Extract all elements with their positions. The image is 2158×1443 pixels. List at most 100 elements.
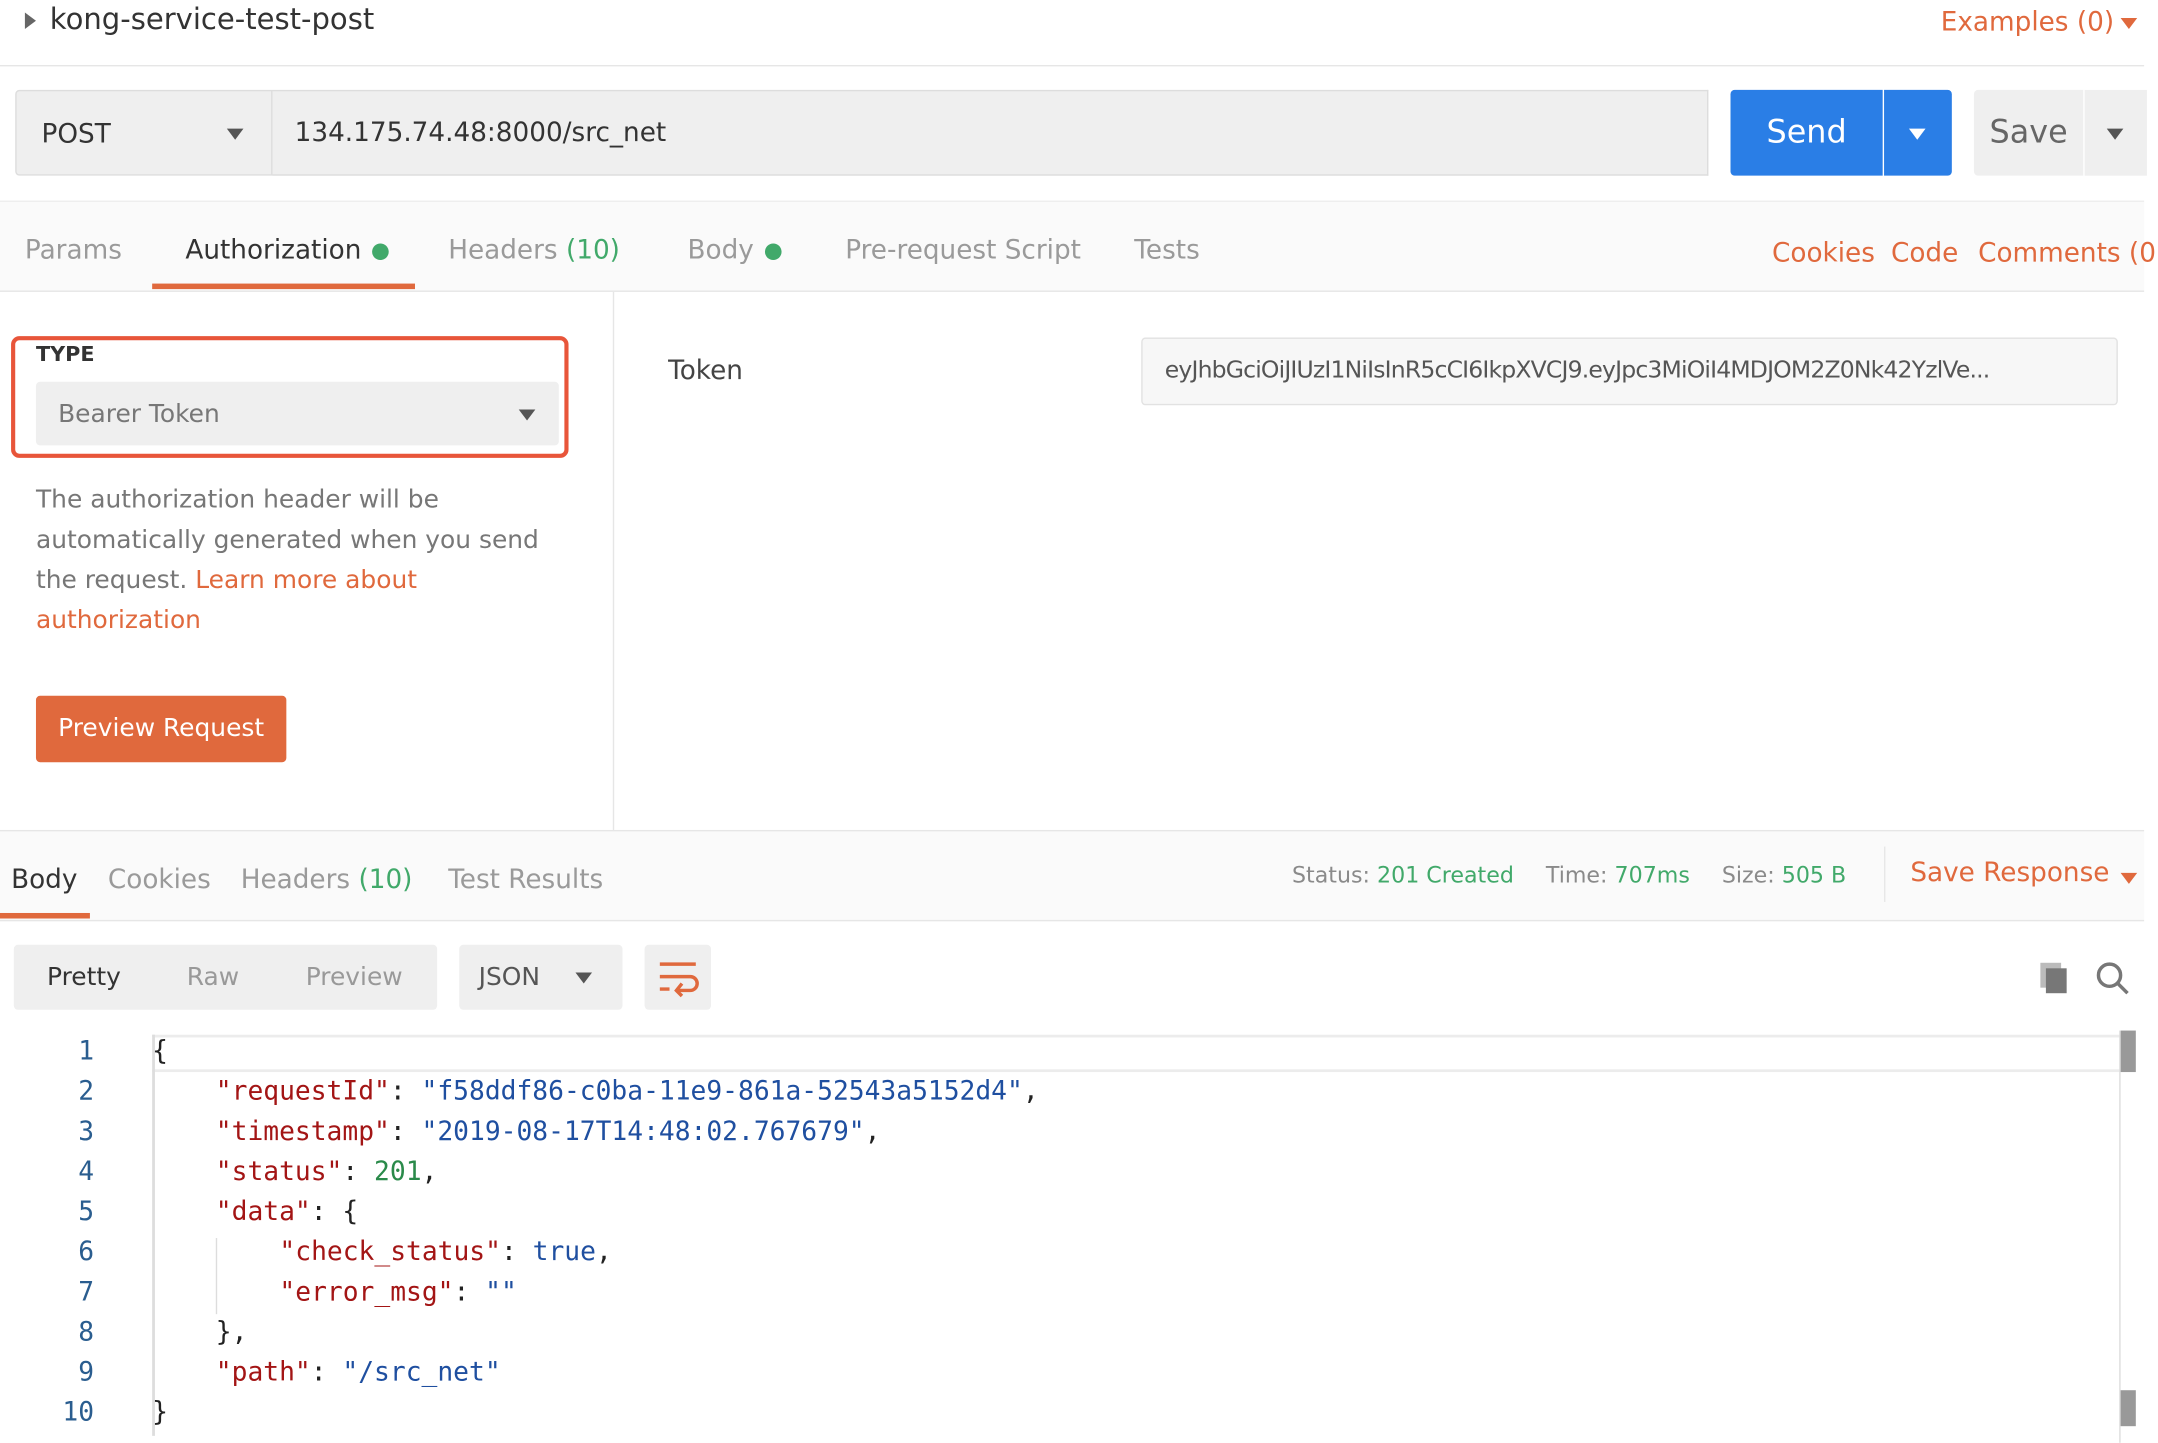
code-token: : — [389, 1116, 422, 1147]
tab-label: Body — [11, 864, 78, 895]
tab-body[interactable]: Body — [688, 235, 782, 266]
code-token: "/src_net" — [342, 1357, 501, 1388]
token-input[interactable]: eyJhbGciOiJIUzI1NiIsInR5cCI6IkpXVCJ9.eyJ… — [1141, 337, 2118, 406]
time-value: 707ms — [1614, 861, 1690, 889]
send-button[interactable]: Send — [1730, 89, 1883, 176]
line-number: 10 — [62, 1397, 95, 1428]
code-line: "requestId": "f58ddf86-c0ba-11e9-861a-52… — [216, 1076, 1039, 1106]
url-input[interactable]: 134.175.74.48:8000/src_net — [272, 89, 1709, 176]
copy-icon[interactable] — [2036, 960, 2072, 996]
code-token: : { — [310, 1196, 359, 1227]
format-select[interactable]: JSON — [459, 944, 623, 1010]
tab-headers[interactable]: Headers (10) — [448, 235, 620, 265]
send-options-button[interactable] — [1884, 89, 1952, 176]
fold-guide — [152, 1034, 155, 1436]
code-token: "f58ddf86-c0ba-11e9-861a-52543a5152d4" — [421, 1076, 1023, 1107]
active-tab-indicator — [152, 283, 415, 290]
code-token: "check_status" — [279, 1236, 501, 1268]
tab-tests[interactable]: Tests — [1134, 235, 1199, 265]
line-number: 6 — [78, 1236, 95, 1268]
line-number: 4 — [78, 1156, 95, 1187]
time-label: Time: — [1545, 861, 1608, 889]
code-token: "requestId" — [215, 1076, 390, 1107]
code-token: "timestamp" — [215, 1116, 390, 1147]
tab-label: Headers — [240, 864, 351, 895]
method-select[interactable]: POST — [15, 89, 273, 176]
auth-type-select[interactable]: Bearer Token — [35, 381, 559, 446]
code-link[interactable]: Code — [1891, 238, 1958, 268]
format-value: JSON — [478, 962, 541, 992]
save-options-button[interactable] — [2084, 89, 2147, 176]
tab-pre-request-script[interactable]: Pre-request Script — [845, 235, 1081, 265]
examples-dropdown[interactable]: Examples (0) — [1941, 7, 2114, 37]
active-line-highlight — [152, 1034, 2122, 1073]
code-token: { — [152, 1036, 169, 1067]
code-token: "2019-08-17T14:48:02.767679" — [421, 1116, 865, 1147]
code-token: "error_msg" — [279, 1276, 454, 1308]
tab-authorization[interactable]: Authorization — [185, 235, 390, 266]
code-line: "timestamp": "2019-08-17T14:48:02.767679… — [216, 1116, 881, 1146]
view-mode-group: Pretty Raw Preview — [13, 944, 438, 1010]
tab-label: Params — [24, 235, 122, 266]
code-line: } — [152, 1397, 168, 1427]
divider — [612, 291, 615, 830]
chevron-down-icon — [226, 128, 244, 140]
code-token: , — [421, 1156, 438, 1187]
divider — [1884, 846, 1886, 902]
active-tab-indicator — [0, 912, 90, 919]
response-tab-cookies[interactable]: Cookies — [108, 865, 211, 895]
code-token: "" — [485, 1276, 517, 1308]
save-response-button[interactable]: Save Response — [1910, 858, 2109, 888]
scrollbar-bottom[interactable] — [2120, 1390, 2136, 1427]
preview-button[interactable]: Preview — [306, 963, 403, 992]
chevron-down-icon — [1908, 128, 1926, 140]
code-line: "error_msg": "" — [279, 1277, 516, 1307]
code-token: "status" — [215, 1156, 343, 1187]
examples-caret-icon[interactable] — [2120, 17, 2138, 30]
tab-label: Pre-request Script — [845, 235, 1081, 266]
token-label: Token — [668, 355, 743, 386]
scroll-track — [2119, 1030, 2121, 1443]
raw-button[interactable]: Raw — [187, 963, 239, 992]
preview-request-label: Preview Request — [58, 713, 265, 743]
wrap-lines-button[interactable] — [644, 944, 712, 1010]
scrollbar[interactable] — [2120, 1030, 2136, 1073]
auth-type-value: Bearer Token — [58, 399, 220, 429]
code-line: "check_status": true, — [279, 1237, 611, 1267]
response-tab-test-results[interactable]: Test Results — [448, 865, 603, 895]
save-button[interactable]: Save — [1973, 89, 2084, 176]
response-tab-headers[interactable]: Headers (10) — [241, 865, 413, 895]
line-number: 2 — [78, 1076, 95, 1107]
line-number: 8 — [78, 1316, 95, 1348]
pretty-button[interactable]: Pretty — [47, 963, 121, 992]
code-line: { — [152, 1036, 168, 1066]
collapse-arrow-icon[interactable] — [24, 12, 36, 30]
comments-link[interactable]: Comments (0 — [1978, 238, 2156, 268]
cookies-link[interactable]: Cookies — [1772, 238, 1875, 268]
code-token: : — [453, 1276, 486, 1308]
search-icon[interactable] — [2093, 959, 2132, 998]
method-value: POST — [41, 118, 111, 150]
code-token: : — [310, 1357, 343, 1388]
status-value: 201 Created — [1377, 861, 1514, 889]
send-label: Send — [1766, 114, 1847, 151]
wrap-icon — [659, 962, 699, 998]
tab-label: Cookies — [107, 864, 211, 895]
code-line: "data": { — [216, 1197, 358, 1227]
code-token: 201 — [374, 1156, 422, 1187]
tab-params[interactable]: Params — [25, 235, 122, 265]
type-label: TYPE — [35, 341, 95, 367]
response-tab-body[interactable]: Body — [11, 865, 77, 895]
code-token: } — [152, 1397, 169, 1428]
line-number: 9 — [78, 1357, 95, 1388]
line-number: 1 — [78, 1036, 95, 1067]
status-label: Status: — [1292, 861, 1370, 889]
line-number: 7 — [78, 1276, 95, 1308]
chevron-down-icon — [518, 409, 536, 421]
save-response-caret-icon[interactable] — [2120, 872, 2138, 884]
indent-guide — [215, 1238, 218, 1315]
code-editor[interactable]: 1 {2 "requestId": "f58ddf86-c0ba-11e9-861a… — [0, 1030, 2144, 1443]
code-token: }, — [215, 1316, 248, 1348]
preview-request-button[interactable]: Preview Request — [35, 695, 287, 763]
code-token: , — [595, 1236, 612, 1268]
